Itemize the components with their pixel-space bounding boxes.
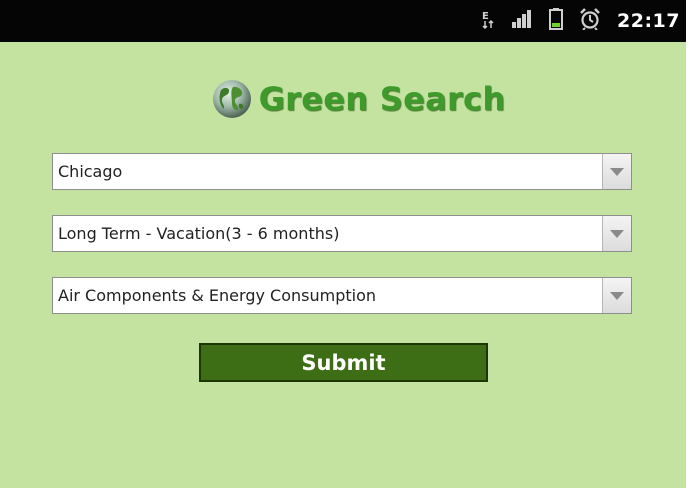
app-header: Green Search <box>0 78 686 120</box>
submit-button[interactable]: Submit <box>199 343 488 382</box>
globe-icon <box>211 78 253 120</box>
app-title: Green Search <box>258 80 506 118</box>
status-bar: E 22:17 <box>0 0 686 42</box>
app-screen: E 22:17 Green Search Chicago Long Term -… <box>0 0 686 488</box>
duration-select[interactable]: Long Term - Vacation(3 - 6 months) <box>52 215 632 252</box>
chevron-down-icon[interactable] <box>602 154 631 189</box>
status-time: 22:17 <box>617 10 680 32</box>
svg-text:E: E <box>482 11 489 22</box>
data-transfer-icon: E <box>481 9 495 33</box>
duration-select-value: Long Term - Vacation(3 - 6 months) <box>58 224 340 243</box>
signal-icon <box>511 9 533 33</box>
city-select-value: Chicago <box>58 162 123 181</box>
city-select[interactable]: Chicago <box>52 153 632 190</box>
chevron-down-icon[interactable] <box>602 278 631 313</box>
chevron-down-icon[interactable] <box>602 216 631 251</box>
alarm-icon <box>579 8 601 34</box>
category-select-value: Air Components & Energy Consumption <box>58 286 376 305</box>
category-select[interactable]: Air Components & Energy Consumption <box>52 277 632 314</box>
battery-icon <box>549 8 564 34</box>
